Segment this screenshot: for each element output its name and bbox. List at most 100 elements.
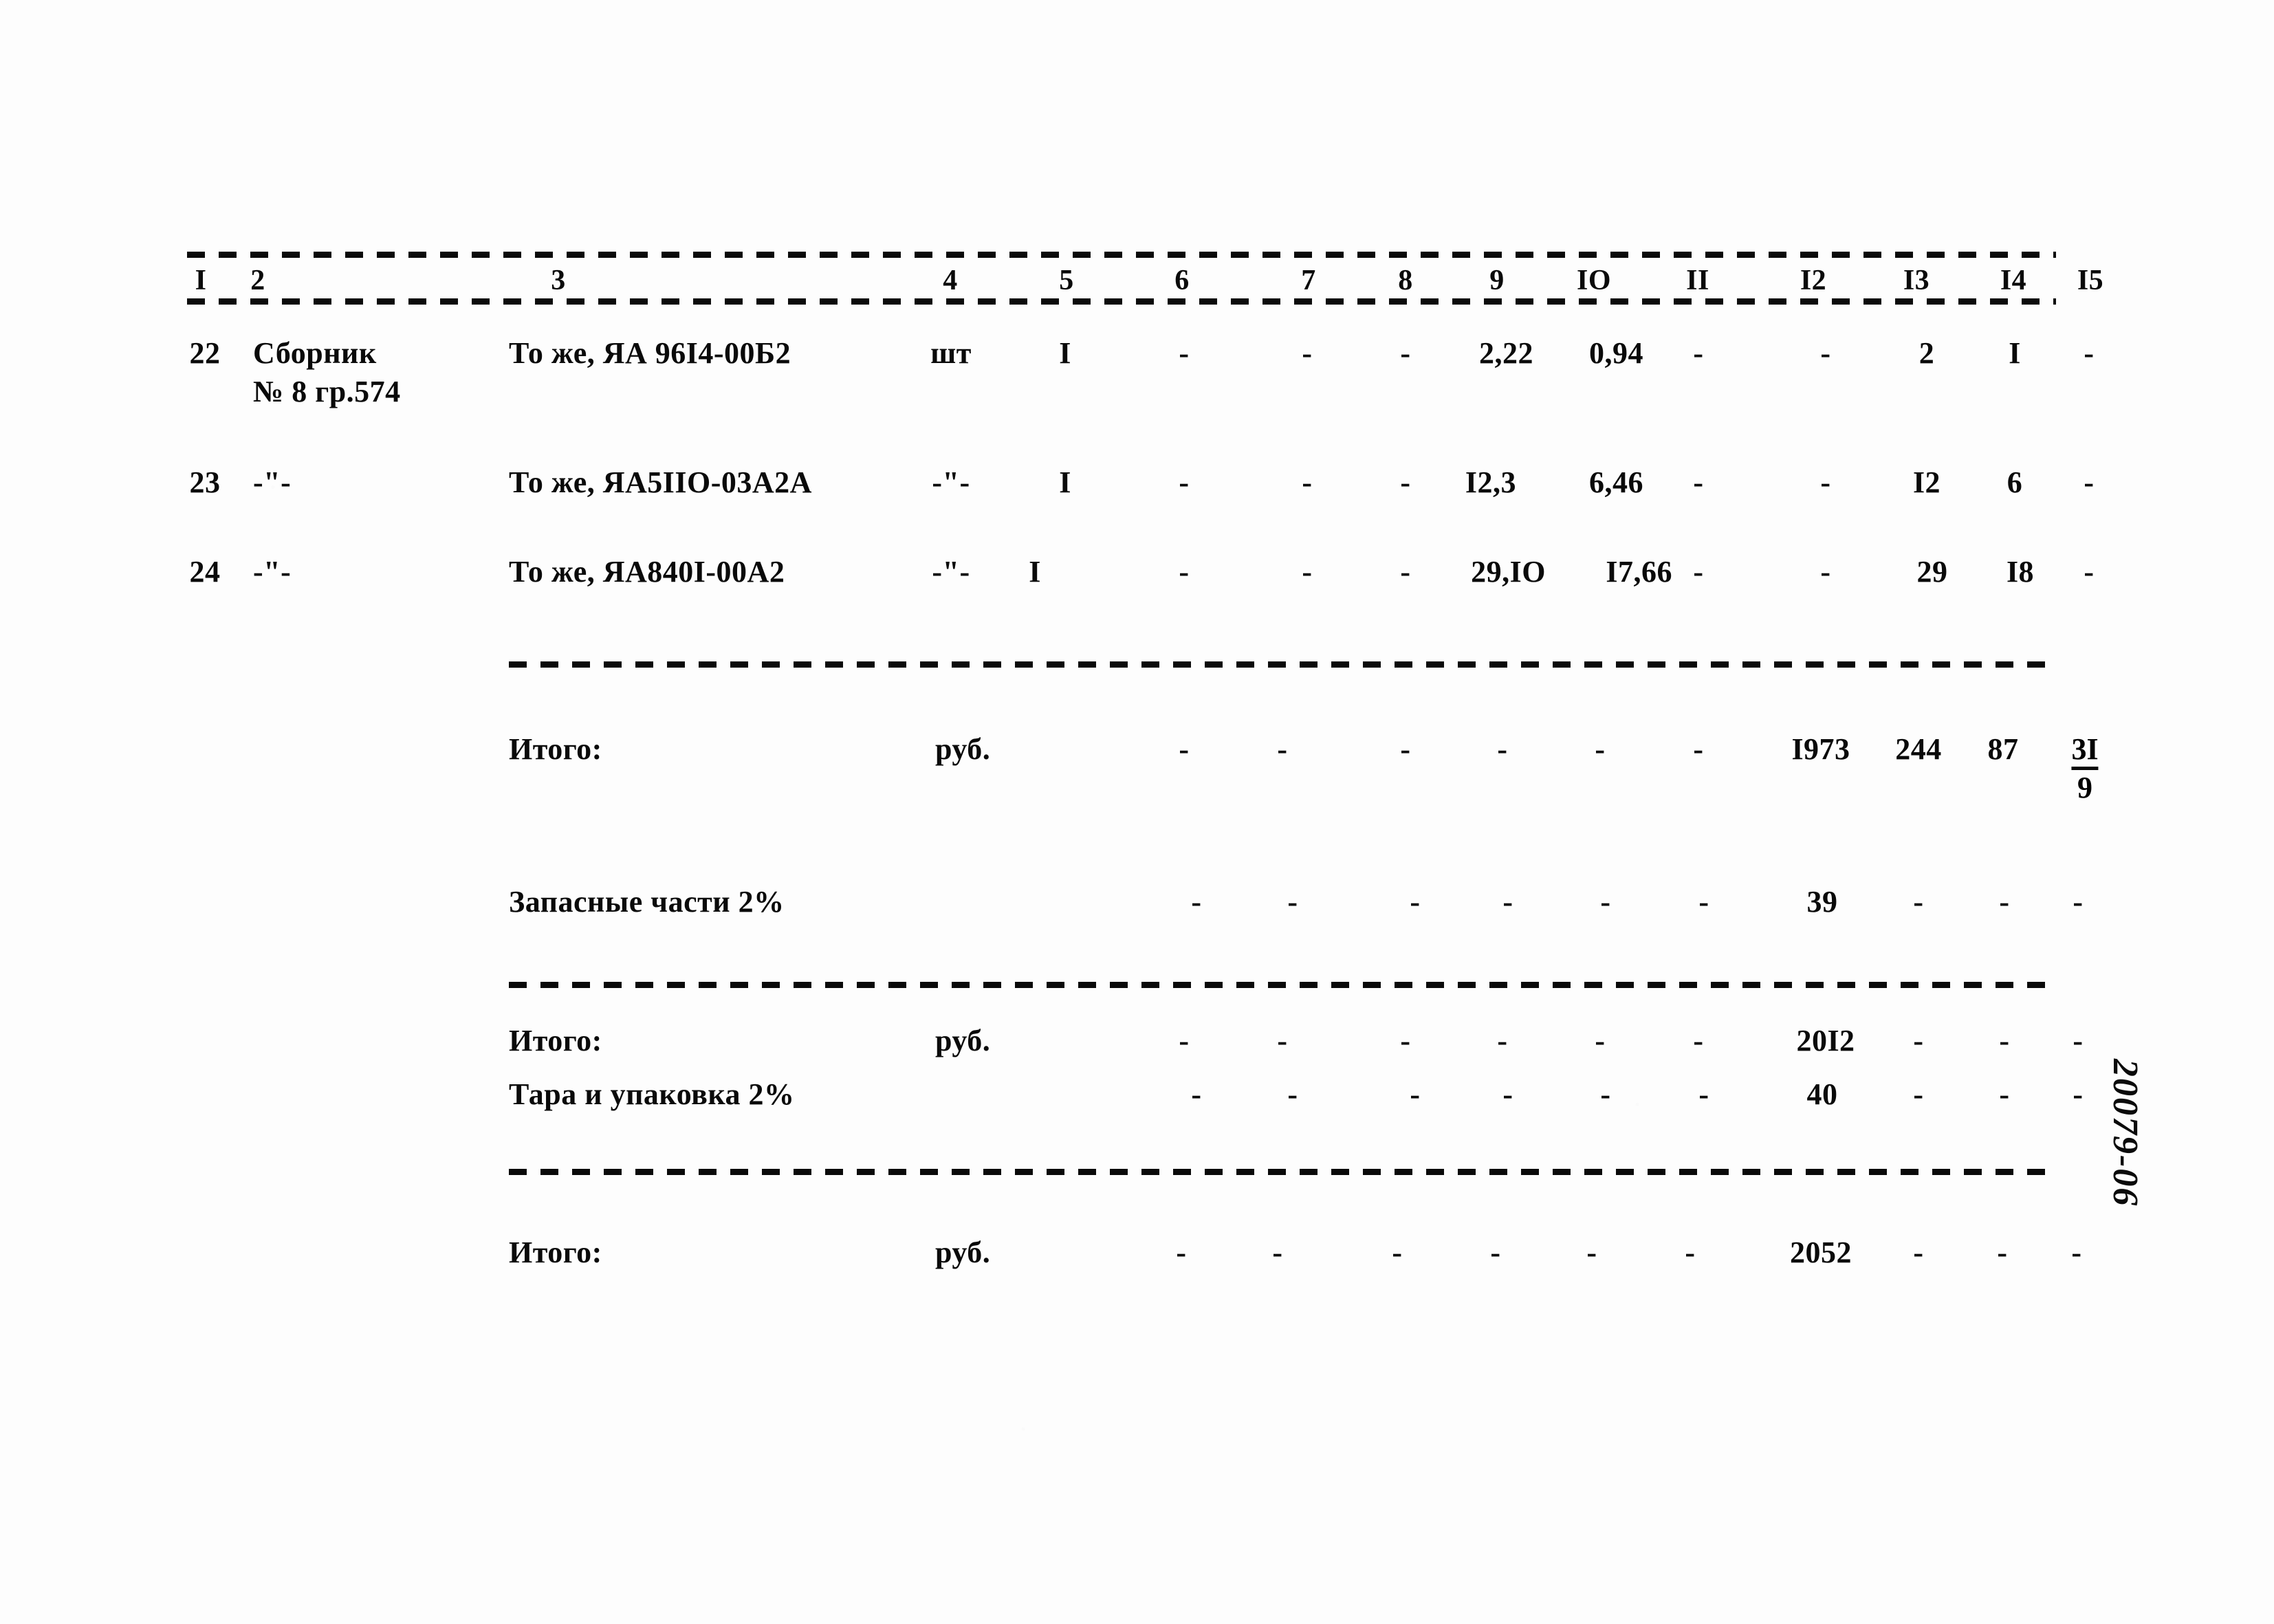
summary-col8: - <box>1400 1024 1411 1057</box>
summary-col12: 2052 <box>1790 1236 1852 1269</box>
row-qty: I <box>1059 336 1071 370</box>
row-col13: 29 <box>1916 555 1948 589</box>
row-col10: 0,94 <box>1589 336 1643 370</box>
header-rule-bottom <box>187 298 2056 305</box>
row-col14: I <box>2009 336 2021 370</box>
summary-col6: - <box>1179 1024 1190 1057</box>
summary-unit: руб. <box>935 732 991 766</box>
row-col8: - <box>1400 465 1411 499</box>
summary-col7: - <box>1287 1077 1298 1111</box>
summary-col9: - <box>1490 1236 1501 1269</box>
summary-label: Запасные части 2% <box>509 885 785 919</box>
row-col11: - <box>1693 336 1704 370</box>
summary-col8: - <box>1410 1077 1421 1111</box>
scanned-page: I 2 3 4 5 6 7 8 9 IO II I2 I3 I4 I5 22 С… <box>0 0 2274 1624</box>
summary-col10: - <box>1595 732 1606 766</box>
column-header-7: 7 <box>1301 265 1316 296</box>
row-col14: 6 <box>2007 465 2023 499</box>
row-col8: - <box>1400 555 1411 589</box>
row-col9: I2,3 <box>1465 465 1516 499</box>
summary-col13: - <box>1913 1236 1924 1269</box>
summary-col6: - <box>1176 1236 1187 1269</box>
header-rule-top <box>187 252 2056 258</box>
summary-col12: 39 <box>1806 885 1838 919</box>
row-qty: I <box>1059 465 1071 499</box>
row-col12: - <box>1820 336 1831 370</box>
row-col11: - <box>1693 555 1704 589</box>
row-col8: - <box>1400 336 1411 370</box>
summary-col11: - <box>1698 1077 1709 1111</box>
summary-col14: 87 <box>1987 732 2019 766</box>
summary-col9: - <box>1502 885 1513 919</box>
column-header-2: 2 <box>250 265 265 296</box>
row-col15: - <box>2084 555 2095 589</box>
row-description: То же, ЯА840I-00А2 <box>509 555 785 589</box>
row-number: 24 <box>189 555 221 589</box>
summary-col10: - <box>1600 1077 1611 1111</box>
summary-col15: - <box>2073 1024 2084 1057</box>
summary-col13: 244 <box>1895 732 1942 766</box>
summary-col7: - <box>1277 732 1288 766</box>
column-header-3: 3 <box>551 265 566 296</box>
column-header-14: I4 <box>2000 265 2027 296</box>
row-source-line2: № 8 гр.574 <box>253 375 401 408</box>
summary-col11: - <box>1693 732 1704 766</box>
row-col6: - <box>1179 555 1190 589</box>
summary-col6: - <box>1179 732 1190 766</box>
summary-col15: - <box>2073 885 2084 919</box>
summary-col13: - <box>1913 885 1924 919</box>
summary-col12: 40 <box>1806 1077 1838 1111</box>
summary-label: Итого: <box>509 1236 602 1269</box>
summary-col12: I973 <box>1791 732 1850 766</box>
summary-col10: - <box>1600 885 1611 919</box>
fraction-numerator: 3I <box>2071 733 2099 770</box>
summary-col9: - <box>1497 732 1508 766</box>
summary-col14: - <box>1997 1236 2008 1269</box>
row-col13: I2 <box>1912 465 1941 499</box>
summary-unit: руб. <box>935 1024 991 1057</box>
row-number: 22 <box>189 336 221 370</box>
row-col10: I7,66 <box>1606 555 1672 589</box>
row-number: 23 <box>189 465 221 499</box>
summary-col14: - <box>1999 1077 2010 1111</box>
section-rule-1 <box>509 661 2056 668</box>
summary-col13: - <box>1913 1024 1924 1057</box>
row-unit: -"- <box>932 555 970 589</box>
summary-col14: - <box>1999 885 2010 919</box>
margin-document-code: 20079-06 <box>2106 1059 2145 1207</box>
summary-col9: - <box>1502 1077 1513 1111</box>
summary-col7: - <box>1277 1024 1288 1057</box>
column-header-11: II <box>1686 265 1709 296</box>
row-qty: I <box>1029 555 1041 589</box>
summary-label: Итого: <box>509 732 602 766</box>
row-col12: - <box>1820 555 1831 589</box>
summary-col7: - <box>1287 885 1298 919</box>
summary-col7: - <box>1272 1236 1283 1269</box>
column-header-13: I3 <box>1903 265 1930 296</box>
row-source: Сборник <box>253 336 377 370</box>
summary-col10: - <box>1586 1236 1597 1269</box>
summary-col6: - <box>1191 1077 1202 1111</box>
row-source: -"- <box>253 555 292 589</box>
summary-col10: - <box>1595 1024 1606 1057</box>
row-col7: - <box>1302 555 1313 589</box>
summary-col13: - <box>1913 1077 1924 1111</box>
column-header-12: I2 <box>1800 265 1827 296</box>
summary-col9: - <box>1497 1024 1508 1057</box>
column-header-4: 4 <box>943 265 958 296</box>
row-col7: - <box>1302 336 1313 370</box>
summary-col11: - <box>1698 885 1709 919</box>
row-col13: 2 <box>1918 336 1935 370</box>
row-description: То же, ЯА 96I4-00Б2 <box>509 336 791 370</box>
column-header-15: I5 <box>2077 265 2104 296</box>
row-col6: - <box>1179 336 1190 370</box>
column-header-1: I <box>195 265 207 296</box>
row-description: То же, ЯА5IIO-03А2А <box>509 465 812 499</box>
summary-label: Тара и упаковка 2% <box>509 1077 795 1111</box>
row-unit: -"- <box>932 465 970 499</box>
summary-col6: - <box>1191 885 1202 919</box>
row-col10: 6,46 <box>1589 465 1643 499</box>
row-col9: 29,IO <box>1471 555 1546 589</box>
column-header-5: 5 <box>1059 265 1074 296</box>
scan-grain-overlay <box>0 0 2274 1624</box>
